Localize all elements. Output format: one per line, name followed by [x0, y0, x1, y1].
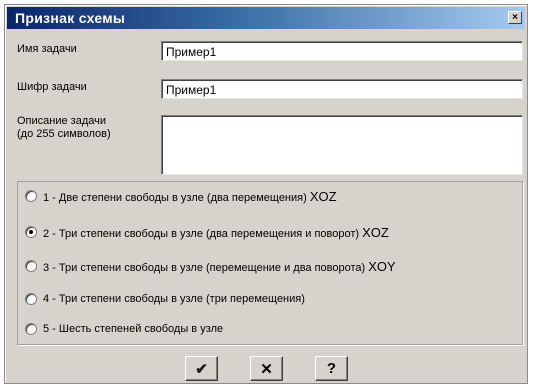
option-label: 2 - Три степени свободы в узле (два пере…: [43, 227, 363, 240]
scheme-option-3[interactable]: 3 - Три степени свободы в узле (перемеще…: [25, 258, 396, 274]
task-code-label: Шифр задачи: [17, 81, 87, 93]
scheme-option-1[interactable]: 1 - Две степени свободы в узле (два пере…: [25, 188, 337, 204]
plane-label: XOZ: [309, 188, 337, 204]
option-label: 4 - Три степени свободы в узле (три пере…: [43, 293, 305, 305]
description-label: Описание задачи: [17, 115, 106, 127]
radio-button[interactable]: [25, 260, 37, 272]
ok-button[interactable]: ✔: [185, 356, 218, 381]
radio-button[interactable]: [25, 293, 37, 305]
option-label: 5 - Шесть степеней свободы в узле: [43, 323, 224, 335]
radio-button[interactable]: [25, 323, 37, 335]
question-icon: ?: [326, 360, 337, 377]
radio-button-selected[interactable]: [25, 226, 37, 238]
radio-button[interactable]: [25, 190, 37, 202]
check-icon: ✔: [195, 360, 208, 378]
scheme-option-5[interactable]: 5 - Шесть степеней свободы в узле: [25, 321, 223, 337]
cancel-button[interactable]: ✕: [250, 356, 283, 381]
scheme-option-2[interactable]: 2 - Три степени свободы в узле (два пере…: [25, 224, 389, 240]
window-title: Признак схемы: [15, 10, 126, 26]
task-name-input[interactable]: Пример1: [161, 41, 523, 61]
close-icon: ×: [512, 12, 518, 23]
help-button[interactable]: ?: [315, 356, 348, 381]
scheme-option-4[interactable]: 4 - Три степени свободы в узле (три пере…: [25, 291, 305, 307]
cross-icon: ✕: [260, 360, 273, 378]
option-label: 1 - Две степени свободы в узле (два пере…: [43, 191, 310, 204]
title-bar[interactable]: Признак схемы ×: [7, 7, 525, 29]
option-label: 3 - Три степени свободы в узле (перемеще…: [43, 261, 369, 274]
description-limit-label: (до 255 символов): [17, 128, 111, 140]
plane-label: XOZ: [362, 224, 389, 240]
scheme-dialog: Признак схемы × Имя задачи Пример1 Шифр …: [4, 4, 528, 384]
description-textarea[interactable]: [161, 115, 523, 175]
task-code-input[interactable]: Пример1: [161, 79, 523, 99]
close-button[interactable]: ×: [508, 11, 522, 24]
task-name-label: Имя задачи: [17, 43, 77, 55]
plane-label: XOY: [368, 258, 396, 274]
